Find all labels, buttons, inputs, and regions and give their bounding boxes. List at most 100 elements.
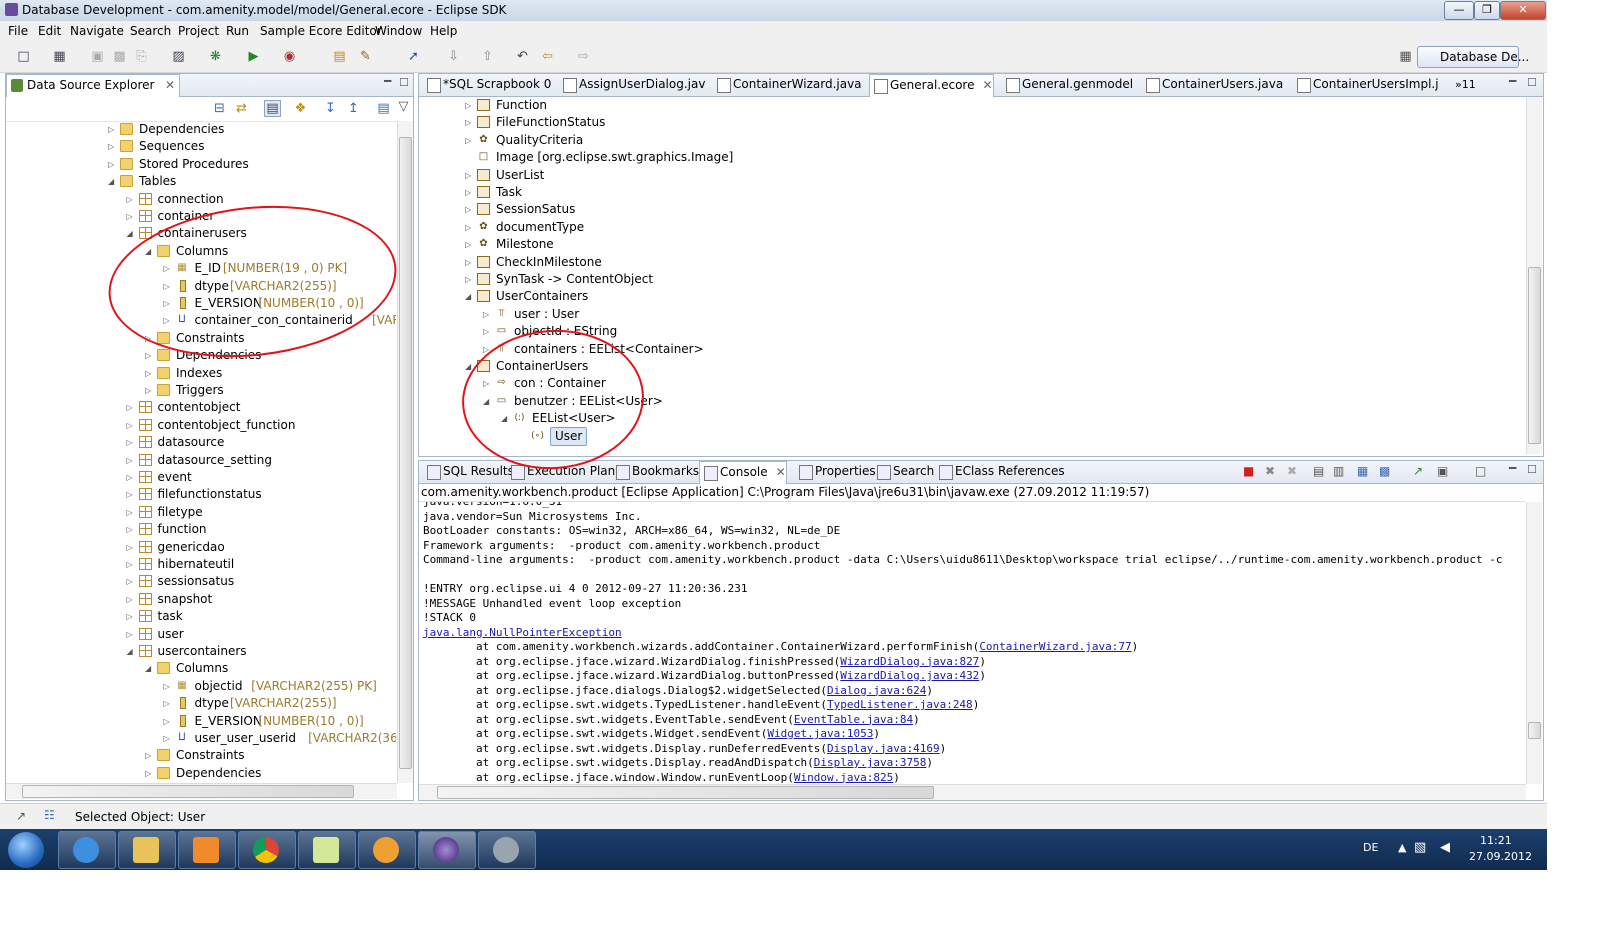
collapsed-twistie-icon[interactable]: ▷ — [465, 271, 474, 288]
menu-edit[interactable]: Edit — [38, 24, 61, 38]
minimize-view-icon[interactable]: ━ — [1509, 74, 1516, 88]
collapsed-twistie-icon[interactable]: ▷ — [164, 678, 173, 695]
export-icon[interactable]: ↥ — [346, 101, 361, 116]
open-perspective-icon[interactable]: ▦ — [1398, 49, 1413, 64]
collapsed-twistie-icon[interactable]: ▷ — [127, 573, 136, 590]
console-view-tab[interactable]: Console ✕ — [699, 461, 787, 484]
console-view-tab[interactable]: Search — [873, 461, 934, 482]
editor-tab[interactable]: General.genmodel — [1002, 74, 1133, 95]
view-menu-chevron-icon[interactable]: ▽ — [396, 99, 411, 114]
collapsed-twistie-icon[interactable]: ▷ — [145, 347, 154, 364]
display-console-icon[interactable]: ▣ — [1437, 464, 1448, 478]
filter-icon[interactable]: ▤ — [264, 100, 281, 117]
expanded-twistie-icon[interactable]: ◢ — [127, 643, 136, 660]
expanded-twistie-icon[interactable]: ◢ — [108, 173, 117, 190]
editor-tab[interactable]: ContainerWizard.java — [713, 74, 862, 95]
collapsed-twistie-icon[interactable]: ▷ — [127, 504, 136, 521]
prev-annotation-icon[interactable]: ⇧ — [480, 49, 495, 64]
scroll-lock-icon[interactable]: ▥ — [1333, 464, 1344, 478]
editor-tab[interactable]: ContainerUsers.java — [1142, 74, 1283, 95]
collapsed-twistie-icon[interactable]: ▷ — [164, 730, 173, 747]
collapsed-twistie-icon[interactable]: ▷ — [145, 365, 154, 382]
show-standard-out-icon[interactable]: ▩ — [1379, 464, 1390, 478]
minimize-view-icon[interactable]: ━ — [384, 74, 391, 88]
collapsed-twistie-icon[interactable]: ▷ — [127, 626, 136, 643]
network-icon[interactable]: ▧ — [1414, 840, 1426, 855]
new-icon[interactable]: □ — [16, 49, 31, 64]
run-icon[interactable]: ▶ — [246, 49, 261, 64]
link-editor-icon[interactable]: ⇄ — [234, 101, 249, 116]
collapsed-twistie-icon[interactable]: ▷ — [127, 434, 136, 451]
console-view-tab[interactable]: Properties — [795, 461, 876, 482]
taskbar-explorer[interactable] — [118, 831, 176, 869]
import-icon[interactable]: ↧ — [323, 101, 338, 116]
collapsed-twistie-icon[interactable]: ▷ — [108, 138, 117, 155]
stack-trace-link[interactable]: Dialog.java:624 — [827, 684, 926, 697]
stack-trace-link[interactable]: Display.java:3758 — [814, 756, 927, 769]
pin-console-icon[interactable]: ↗ — [1413, 464, 1423, 478]
external-tools-icon[interactable]: ◉ — [282, 49, 297, 64]
menu-help[interactable]: Help — [430, 24, 457, 38]
stack-trace-link[interactable]: Widget.java:1053 — [767, 727, 873, 740]
clock-time[interactable]: 11:21 — [1480, 834, 1512, 847]
collapsed-twistie-icon[interactable]: ▷ — [127, 208, 136, 225]
stack-trace-link[interactable]: WizardDialog.java:432 — [840, 669, 979, 682]
open-folder-icon[interactable]: ▤ — [332, 49, 347, 64]
collapsed-twistie-icon[interactable]: ▷ — [145, 765, 154, 782]
collapsed-twistie-icon[interactable]: ▷ — [465, 114, 474, 131]
editor-tab[interactable]: General.ecore ✕ — [869, 74, 994, 97]
clock-date[interactable]: 27.09.2012 — [1469, 850, 1532, 863]
back-icon[interactable]: ⇦ — [540, 49, 555, 64]
stack-trace-link[interactable]: java.lang.NullPointerException — [423, 626, 622, 639]
stack-trace-link[interactable]: TypedListener.java:248 — [827, 698, 973, 711]
collapsed-twistie-icon[interactable]: ▷ — [127, 399, 136, 416]
expanded-twistie-icon[interactable]: ◢ — [127, 225, 136, 242]
maximize-button[interactable]: ❐ — [1474, 1, 1500, 20]
collapsed-twistie-icon[interactable]: ▷ — [127, 608, 136, 625]
start-button-icon[interactable] — [8, 832, 44, 868]
collapsed-twistie-icon[interactable]: ▷ — [465, 132, 474, 149]
collapsed-twistie-icon[interactable]: ▷ — [127, 469, 136, 486]
stack-trace-link[interactable]: WizardDialog.java:827 — [840, 655, 979, 668]
print-icon[interactable]: ⎘ — [134, 49, 149, 64]
taskbar-app[interactable] — [358, 831, 416, 869]
maximize-view-icon[interactable]: ☐ — [1527, 463, 1537, 476]
close-tab-icon[interactable]: ✕ — [776, 465, 786, 479]
editor-tab[interactable]: ContainerUsersImpl.j — [1293, 74, 1439, 95]
fast-view-icon[interactable]: ↗ — [16, 809, 26, 823]
pin-icon[interactable]: ➚ — [406, 49, 421, 64]
collapsed-twistie-icon[interactable]: ▷ — [145, 382, 154, 399]
collapsed-twistie-icon[interactable]: ▷ — [108, 156, 117, 173]
stack-trace-link[interactable]: EventTable.java:84 — [794, 713, 913, 726]
collapse-all-icon[interactable]: ⊟ — [212, 101, 227, 116]
next-annotation-icon[interactable]: ⇩ — [446, 49, 461, 64]
collapsed-twistie-icon[interactable]: ▷ — [145, 747, 154, 764]
stack-trace-link[interactable]: ContainerWizard.java:77 — [979, 640, 1131, 653]
pencil-icon[interactable]: ✎ — [358, 49, 373, 64]
close-tab-icon[interactable]: ✕ — [982, 78, 992, 92]
expanded-twistie-icon[interactable]: ◢ — [465, 288, 474, 305]
maximize-view-icon[interactable]: ☐ — [1527, 76, 1537, 89]
taskbar-notepad[interactable] — [298, 831, 356, 869]
editor-tab[interactable]: *SQL Scrapbook 0 — [423, 74, 551, 95]
console-vertical-scrollbar[interactable] — [1526, 502, 1542, 784]
terminate-icon[interactable]: ■ — [1243, 464, 1254, 478]
remove-launch-icon[interactable]: ✖ — [1265, 464, 1275, 478]
collapsed-twistie-icon[interactable]: ▷ — [164, 713, 173, 730]
maximize-view-icon[interactable]: ☐ — [399, 76, 409, 89]
volume-icon[interactable]: ◀ — [1440, 840, 1450, 855]
minimize-view-icon[interactable]: ━ — [1509, 461, 1516, 475]
view-menu-icon[interactable]: ▤ — [376, 101, 391, 116]
explorer-vertical-scrollbar[interactable] — [397, 121, 413, 783]
collapsed-twistie-icon[interactable]: ▷ — [127, 591, 136, 608]
collapsed-twistie-icon[interactable]: ▷ — [465, 236, 474, 253]
collapsed-twistie-icon[interactable]: ▷ — [127, 539, 136, 556]
collapsed-twistie-icon[interactable]: ▷ — [465, 219, 474, 236]
open-console-icon[interactable]: □ — [1475, 464, 1486, 478]
collapsed-twistie-icon[interactable]: ▷ — [127, 417, 136, 434]
taskbar-eclipse[interactable] — [418, 831, 476, 869]
taskbar-sound[interactable] — [478, 831, 536, 869]
menu-project[interactable]: Project — [178, 24, 219, 38]
tray-up-icon[interactable]: ▲ — [1398, 841, 1406, 854]
menu-sample-ecore-editor[interactable]: Sample Ecore Editor — [260, 24, 382, 38]
